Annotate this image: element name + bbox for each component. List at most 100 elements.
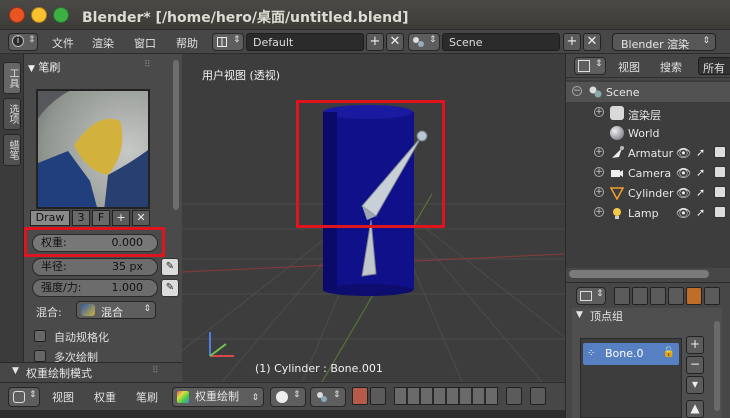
expand-icon[interactable]: + [594,187,604,197]
properties-scrollbar[interactable] [714,321,720,411]
render-preview-button[interactable] [530,387,546,405]
menu-window[interactable]: 窗口 [134,35,156,51]
layer-lock-toggle[interactable] [506,387,522,405]
brush-users-count[interactable]: 3 [72,210,90,226]
add-screen-button[interactable]: + [366,33,384,51]
drag-handle-icon[interactable]: ⠿ [144,60,151,70]
brush-preview[interactable] [36,89,150,209]
selectability-cursor-icon[interactable]: ➚ [696,186,705,199]
remove-vertex-group-button[interactable]: − [686,356,704,374]
vertex-group-item[interactable]: ⁘ Bone.0 🔓 [583,343,679,365]
remove-scene-button[interactable]: ✕ [583,33,601,51]
screen-layout-selector[interactable]: ⇕ [212,33,244,51]
tool-shelf-scrollbar[interactable] [173,60,179,210]
collapse-icon[interactable]: − [572,86,582,96]
viewport-menu-view[interactable]: 视图 [52,389,74,405]
tab-options[interactable]: 选项 [3,98,21,130]
world-context-button[interactable] [650,287,666,305]
strength-slider[interactable]: 强度/力: 1.000 [32,279,158,297]
world-icon [610,126,624,140]
outliner-menu-search[interactable]: 搜索 [660,59,682,75]
fake-user-toggle[interactable]: F [92,210,110,226]
outliner-item-scene[interactable]: − Scene [566,82,730,102]
vertex-mask-toggle[interactable] [370,387,386,405]
drag-handle-icon[interactable]: ⠿ [152,366,159,376]
multi-paint-checkbox[interactable] [34,350,46,362]
lock-icon[interactable]: 🔓 [663,347,675,358]
outliner-editor-type-button[interactable]: ⇕ [574,57,606,75]
selectability-cursor-icon[interactable]: ➚ [696,146,705,159]
visibility-eye-icon[interactable]: 👁 [676,186,691,200]
move-up-button[interactable]: ▲ [686,400,704,418]
auto-normalize-label: 自动规格化 [54,331,109,344]
menu-help[interactable]: 帮助 [176,35,198,51]
menu-file[interactable]: 文件 [52,35,74,51]
blend-mode-dropdown[interactable]: 混合 ⇕ [76,301,156,319]
remove-screen-button[interactable]: ✕ [386,33,404,51]
face-mask-toggle[interactable] [352,387,368,405]
render-visibility-icon[interactable] [714,146,726,158]
scene-name-field[interactable]: Scene [442,33,560,51]
render-visibility-icon[interactable] [714,206,726,218]
minimize-window-button[interactable] [31,7,47,23]
radius-pressure-toggle[interactable]: ✎ [161,258,179,276]
viewport-editor-type-button[interactable]: ⇕ [8,387,40,407]
properties-editor-type-button[interactable]: ⇕ [576,287,606,305]
render-visibility-icon[interactable] [714,186,726,198]
vertex-group-specials-button[interactable]: ▾ [686,376,704,394]
tab-grease-pencil[interactable]: 蜡笔 [3,134,21,166]
outliner-horizontal-scrollbar[interactable] [569,270,709,278]
expand-icon[interactable]: + [594,147,604,157]
viewport-view-label: 用户视图 (透视) [202,69,281,82]
viewport-menu-brush[interactable]: 笔刷 [136,389,158,405]
new-brush-button[interactable]: + [112,210,130,226]
editor-type-info-button[interactable]: i ⇕ [8,33,38,51]
add-scene-button[interactable]: + [563,33,581,51]
render-engine-dropdown[interactable]: Blender 渲染 ⇕ [612,33,716,51]
screen-layout-field[interactable]: Default [246,33,364,51]
add-vertex-group-button[interactable]: + [686,336,704,354]
scene-selector[interactable]: ⇕ [408,33,440,51]
radius-slider[interactable]: 半径: 35 px [32,258,158,276]
outliner-tree: − Scene + 渲染层 World + Armatur 👁 ➚ + Came… [566,80,730,268]
selectability-cursor-icon[interactable]: ➚ [696,206,705,219]
visibility-eye-icon[interactable]: 👁 [676,146,691,160]
outliner-item-label: Armatur [628,147,674,160]
scene-icon [412,36,424,48]
material-context-button[interactable] [704,287,720,305]
unlink-brush-button[interactable]: ✕ [132,210,150,226]
weight-paint-mode-panel[interactable]: ▼ 权重绘制模式 ⠿ [0,362,182,382]
outliner-item-lamp[interactable]: + Lamp 👁 ➚ [566,203,730,223]
render-visibility-icon[interactable] [714,166,726,178]
close-window-button[interactable] [9,7,25,23]
expand-icon[interactable]: + [594,207,604,217]
strength-pressure-toggle[interactable]: ✎ [161,279,179,297]
outliner-item-armature[interactable]: + Armatur 👁 ➚ [566,143,730,163]
outliner-item-camera[interactable]: + Camera 👁 ➚ [566,163,730,183]
object-context-button[interactable] [668,287,684,305]
expand-icon[interactable]: + [594,107,604,117]
brush-panel-header[interactable]: ▼ 笔刷 [28,59,60,75]
layer-buttons[interactable] [394,387,498,405]
auto-normalize-checkbox[interactable] [34,330,46,342]
shading-mode-dropdown[interactable]: ⇕ [270,387,306,407]
render-context-button[interactable] [614,287,630,305]
outliner-display-mode[interactable]: 所有 [698,57,730,75]
pivot-point-dropdown[interactable]: ⇕ [310,387,346,407]
brush-name-field[interactable]: Draw [30,210,70,226]
outliner-item-world[interactable]: World [566,123,730,143]
viewport-menu-weights[interactable]: 权重 [94,389,116,405]
interaction-mode-dropdown[interactable]: 权重绘制 ⇕ [172,387,264,407]
scene-context-button[interactable] [632,287,648,305]
visibility-eye-icon[interactable]: 👁 [676,166,691,180]
outliner-item-render-layers[interactable]: + 渲染层 [566,103,730,123]
outliner-item-cylinder[interactable]: + Cylinder 👁 ➚ [566,183,730,203]
data-context-button[interactable] [686,287,702,305]
selectability-cursor-icon[interactable]: ➚ [696,166,705,179]
expand-icon[interactable]: + [594,167,604,177]
menu-render[interactable]: 渲染 [92,35,114,51]
maximize-window-button[interactable] [53,7,69,23]
visibility-eye-icon[interactable]: 👁 [676,206,691,220]
tab-tools[interactable]: 工具 [3,62,21,94]
outliner-menu-view[interactable]: 视图 [618,59,640,75]
